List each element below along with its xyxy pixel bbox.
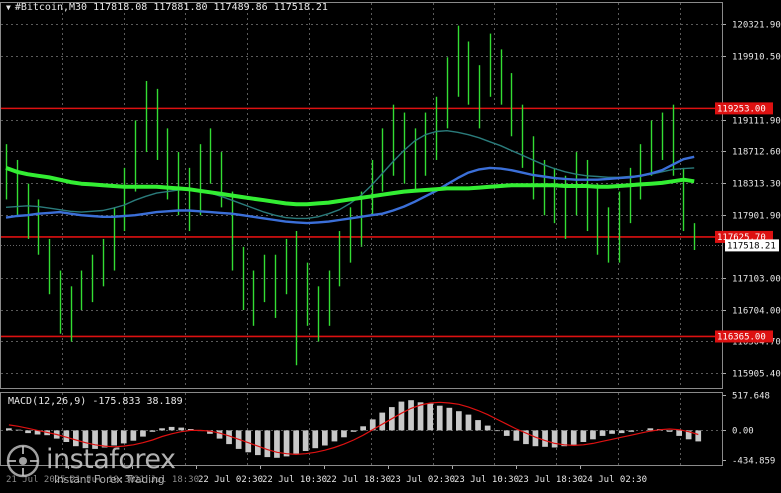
macd-bar [255, 430, 261, 456]
x-tick-label: 24 Jul 02:30 [582, 475, 647, 485]
current-price-label: 117518.21 [727, 241, 776, 251]
macd-bar [140, 430, 146, 437]
x-tick-label: 23 Jul 10:30 [454, 475, 519, 485]
macd-bar [283, 430, 290, 457]
macd-bar [216, 430, 223, 439]
macd-bar [350, 430, 357, 432]
macd-bar [427, 403, 433, 431]
y-tick-label: 119111.90 [732, 117, 781, 127]
macd-bar [561, 430, 568, 447]
macd-bar [465, 414, 472, 431]
chart-header: ▼ #Bitcoin,M30 117818.08 117881.80 117489… [6, 2, 328, 13]
x-tick-label: 22 Jul 10:30 [262, 475, 327, 485]
y-tick-label: 117103.00 [732, 275, 781, 285]
macd-bar [302, 430, 309, 451]
macd-bar [226, 430, 232, 445]
macd-bar [322, 430, 328, 446]
instaforex-logo: instaforex Instant Forex Trading [2, 440, 192, 489]
macd-bar [398, 401, 405, 431]
collapse-triangle-icon[interactable]: ▼ [6, 3, 11, 12]
macd-tick-label: 517.648 [732, 392, 770, 402]
macd-tick-label: -434.859 [732, 457, 775, 467]
macd-bar [149, 430, 156, 432]
macd-bar [628, 430, 635, 432]
macd-bar [676, 430, 682, 436]
macd-bar [484, 425, 491, 431]
macd-bar [666, 430, 673, 432]
macd-bar [6, 428, 12, 431]
macd-bar [456, 411, 462, 431]
macd-bar [599, 430, 606, 436]
symbol-label: #Bitcoin,M30 [14, 2, 88, 13]
x-tick-label: 22 Jul 18:30 [326, 475, 391, 485]
macd-bar [408, 400, 414, 431]
macd-bar [580, 430, 587, 442]
instaforex-logo-icon [6, 444, 40, 478]
macd-bar [436, 405, 443, 431]
x-tick-label: 22 Jul 02:30 [198, 475, 263, 485]
y-tick-label: 119910.50 [732, 53, 781, 63]
y-tick-label: 118712.60 [732, 148, 781, 158]
y-tick-label: 115905.40 [732, 370, 781, 380]
macd-bar [178, 427, 185, 431]
y-tick-label: 118313.30 [732, 180, 781, 190]
macd-bar [590, 430, 596, 440]
macd-bar [360, 426, 366, 431]
macd-bar [513, 430, 520, 441]
macd-bar [417, 402, 424, 431]
x-tick-label: 23 Jul 02:30 [390, 475, 455, 485]
y-tick-label: 116704.00 [732, 307, 781, 317]
macd-bar [503, 430, 510, 436]
macd-bar [274, 430, 280, 458]
macd-tick-label: 0.00 [732, 427, 754, 437]
macd-bar [618, 430, 625, 434]
macd-bar [341, 430, 347, 438]
macd-header: MACD(12,26,9) -175.833 38.189 [8, 396, 183, 407]
macd-bar [331, 430, 338, 442]
y-tick-label: 117901.90 [732, 212, 781, 222]
macd-bar [542, 430, 548, 447]
macd-values: -175.833 38.189 [92, 396, 183, 407]
moving-average-line [5, 166, 695, 207]
logo-wordmark: instaforex [46, 444, 176, 475]
macd-bar [159, 428, 165, 431]
y-tick-label: 120321.90 [732, 21, 781, 31]
macd-bar [570, 430, 577, 445]
ohlc-values: 117818.08 117881.80 117489.86 117518.21 [93, 2, 328, 13]
logo-tagline: Instant Forex Trading [54, 474, 165, 486]
macd-bar [551, 430, 558, 448]
macd-bar [312, 430, 319, 449]
level-label: 119253.00 [717, 104, 766, 114]
moving-average-line [5, 130, 695, 220]
macd-bar [494, 430, 500, 432]
x-tick-label: 23 Jul 18:30 [518, 475, 583, 485]
macd-bar [695, 430, 702, 442]
macd-bar [609, 430, 615, 434]
level-label: 116365.00 [717, 332, 766, 342]
chart-svg[interactable]: 120321.90 119910.50 119111.90 118712.60 1183… [0, 0, 781, 489]
macd-bar [25, 430, 31, 434]
chart-root[interactable]: 120321.90 119910.50 119111.90 118712.60 1183… [0, 0, 781, 489]
macd-bar [264, 430, 271, 458]
macd-bar [168, 426, 175, 431]
macd-bar [293, 430, 299, 454]
macd-bar [647, 428, 654, 431]
macd-bar [446, 407, 453, 431]
macd-bar [475, 420, 481, 431]
macd-bar [379, 412, 386, 431]
macd-bar [15, 429, 22, 431]
macd-title: MACD(12,26,9) [8, 396, 87, 407]
